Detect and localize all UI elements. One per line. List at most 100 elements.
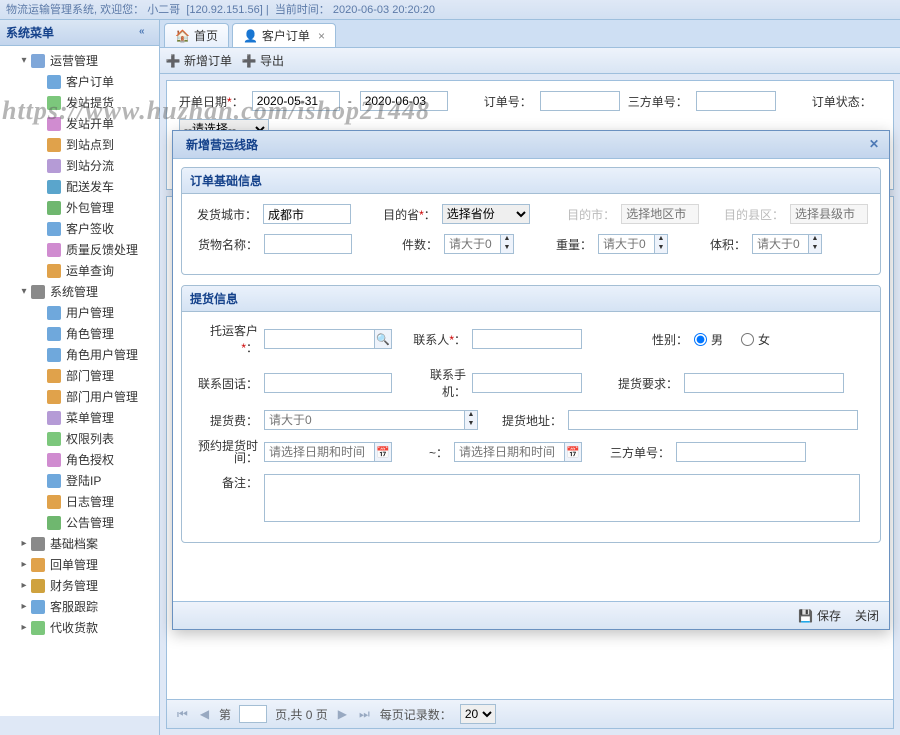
- pieces-label: 件数：: [374, 236, 438, 253]
- tab[interactable]: 🏠首页: [164, 23, 229, 47]
- sidebar-item[interactable]: 外包管理: [0, 197, 159, 218]
- node-icon: [46, 74, 62, 90]
- sidebar-item[interactable]: ▸基础档案: [0, 533, 159, 554]
- goods-name-input[interactable]: [264, 234, 352, 254]
- new-route-dialog: 新增营运线路 ✕ 订单基础信息 发货城市： 目的省*： 选择省份 目的市： 目的…: [172, 130, 890, 630]
- sidebar-item[interactable]: ▸ 财务管理: [0, 575, 159, 596]
- expander-icon[interactable]: ▾: [18, 286, 30, 297]
- date-from-input[interactable]: [252, 91, 340, 111]
- appt-to-input[interactable]: 📅: [454, 442, 582, 462]
- weight-spinner[interactable]: ▲▼: [598, 234, 668, 254]
- sidebar-item[interactable]: 部门管理: [0, 365, 159, 386]
- expander-icon[interactable]: ▸: [18, 622, 30, 633]
- pickup-req-input[interactable]: [684, 373, 844, 393]
- expander-icon[interactable]: ▸: [18, 580, 30, 591]
- expander-icon[interactable]: ▾: [18, 55, 30, 66]
- sidebar-item-label: 代收货款: [50, 619, 98, 636]
- sidebar-item[interactable]: 运单查询: [0, 260, 159, 281]
- sidebar-item-label: 部门用户管理: [66, 388, 138, 405]
- sidebar-item[interactable]: ▾运营管理: [0, 50, 159, 71]
- sidebar-item[interactable]: ▸ 代收货款: [0, 617, 159, 638]
- sidebar-item[interactable]: 登陆IP: [0, 470, 159, 491]
- sidebar-item[interactable]: 客户订单: [0, 71, 159, 92]
- pickup-fee-spinner[interactable]: ▲▼: [264, 410, 478, 430]
- sidebar-item[interactable]: ▸回单管理: [0, 554, 159, 575]
- remark-label: 备注：: [194, 474, 258, 491]
- gender-male-radio[interactable]: 男: [694, 331, 723, 348]
- order-no-input[interactable]: [540, 91, 620, 111]
- sidebar-item[interactable]: 菜单管理: [0, 407, 159, 428]
- sidebar-item[interactable]: 公告管理: [0, 512, 159, 533]
- third-no-input[interactable]: [696, 91, 776, 111]
- close-icon[interactable]: ✕: [867, 138, 881, 152]
- fieldset-pickup: 提货信息 托运客户*： 🔍 联系人*： 性别： 男 女 联系固话：: [181, 285, 881, 543]
- sidebar-item-label: 发站开单: [66, 115, 114, 132]
- sidebar-item[interactable]: 用户管理: [0, 302, 159, 323]
- pieces-spinner[interactable]: ▲▼: [444, 234, 514, 254]
- pager-last-icon[interactable]: ⏭: [357, 707, 372, 722]
- sidebar-item[interactable]: 质量反馈处理: [0, 239, 159, 260]
- sidebar-item[interactable]: 日志管理: [0, 491, 159, 512]
- sidebar-item-label: 系统管理: [50, 283, 98, 300]
- remark-textarea[interactable]: [264, 474, 860, 522]
- tab[interactable]: 👤客户订单×: [232, 23, 336, 47]
- sidebar-item[interactable]: 权限列表: [0, 428, 159, 449]
- pager-page-input[interactable]: [239, 705, 267, 723]
- sidebar-item-label: 客户签收: [66, 220, 114, 237]
- pager-prev-icon[interactable]: ◀: [198, 707, 211, 721]
- sidebar-item[interactable]: 发站提货: [0, 92, 159, 113]
- sidebar-item[interactable]: 角色授权: [0, 449, 159, 470]
- ship-city-input[interactable]: [263, 204, 351, 224]
- consignor-label: 托运客户*：: [194, 322, 258, 356]
- node-icon: [46, 221, 62, 237]
- node-icon: [46, 95, 62, 111]
- sidebar-item[interactable]: 角色管理: [0, 323, 159, 344]
- save-button[interactable]: 💾 保存: [798, 607, 841, 624]
- pickup-addr-input[interactable]: [568, 410, 858, 430]
- contact-input[interactable]: [472, 329, 582, 349]
- date-to-input[interactable]: [360, 91, 448, 111]
- pager-first-icon[interactable]: ⏮: [175, 707, 190, 722]
- mobile-input[interactable]: [472, 373, 582, 393]
- sidebar-item-label: 权限列表: [66, 430, 114, 447]
- sidebar-item[interactable]: 角色用户管理: [0, 344, 159, 365]
- dlg-third-no-input[interactable]: [676, 442, 806, 462]
- volume-spinner[interactable]: ▲▼: [752, 234, 822, 254]
- sidebar-collapse-icon[interactable]: «: [139, 26, 153, 40]
- close-button[interactable]: 关闭: [855, 607, 879, 624]
- toolbar: ➕ 新增订单 ➕ 导出: [160, 48, 900, 74]
- dest-prov-select[interactable]: 选择省份: [442, 204, 531, 224]
- sidebar-item[interactable]: 配送发车: [0, 176, 159, 197]
- expander-icon[interactable]: ▸: [18, 601, 30, 612]
- pickup-fee-label: 提货费：: [194, 412, 258, 429]
- appt-from-input[interactable]: 📅: [264, 442, 392, 462]
- node-icon: [46, 263, 62, 279]
- sidebar-item[interactable]: 到站分流: [0, 155, 159, 176]
- pager-pagesize-select[interactable]: 20: [460, 704, 496, 724]
- gender-female-radio[interactable]: 女: [741, 331, 770, 348]
- sidebar-item[interactable]: 部门用户管理: [0, 386, 159, 407]
- sidebar-item-label: 到站点到: [66, 136, 114, 153]
- sidebar-item[interactable]: 客户签收: [0, 218, 159, 239]
- consignor-lookup[interactable]: 🔍: [264, 329, 392, 349]
- sidebar-item[interactable]: 到站点到: [0, 134, 159, 155]
- sidebar-item-label: 部门管理: [66, 367, 114, 384]
- sidebar: 系统菜单 « ▾运营管理客户订单发站提货发站开单到站点到到站分流配送发车外包管理…: [0, 20, 160, 735]
- dlg-third-no-label: 三方单号：: [606, 444, 670, 461]
- sidebar-item[interactable]: ▸客服跟踪: [0, 596, 159, 617]
- expander-icon[interactable]: ▸: [18, 559, 30, 570]
- sidebar-item[interactable]: ▾ 系统管理: [0, 281, 159, 302]
- expander-icon[interactable]: ▸: [18, 538, 30, 549]
- tab-close-icon[interactable]: ×: [318, 29, 325, 43]
- sidebar-item-label: 菜单管理: [66, 409, 114, 426]
- sidebar-item-label: 财务管理: [50, 577, 98, 594]
- node-icon: [30, 536, 46, 552]
- add-order-button[interactable]: ➕ 新增订单: [166, 52, 232, 69]
- sidebar-item[interactable]: 发站开单: [0, 113, 159, 134]
- pager-next-icon[interactable]: ▶: [336, 707, 349, 721]
- node-icon: [30, 53, 46, 69]
- tel-input[interactable]: [264, 373, 392, 393]
- dialog-title-bar[interactable]: 新增营运线路 ✕: [173, 131, 889, 159]
- export-button[interactable]: ➕ 导出: [242, 52, 284, 69]
- gender-label: 性别：: [644, 331, 688, 348]
